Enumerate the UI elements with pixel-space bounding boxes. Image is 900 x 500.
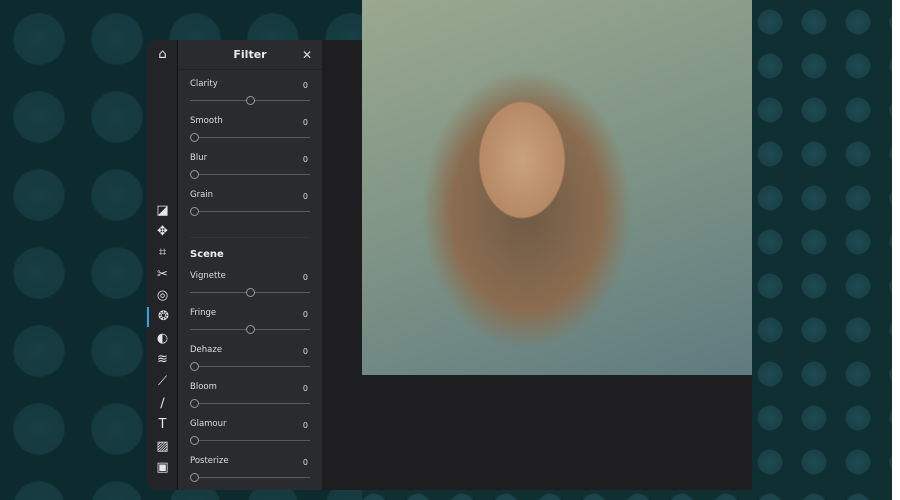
exposure-icon[interactable]: ◎ bbox=[147, 286, 178, 306]
slider-value: 0 bbox=[302, 347, 308, 356]
slider-value: 0 bbox=[302, 384, 308, 393]
slider-fringe[interactable]: Fringe 0 bbox=[190, 308, 310, 344]
slider-knob[interactable] bbox=[190, 473, 199, 482]
slider-label: Vignette bbox=[190, 271, 226, 281]
slider-value: 0 bbox=[302, 421, 308, 430]
slider-knob[interactable] bbox=[190, 133, 199, 142]
slider-knob[interactable] bbox=[245, 325, 255, 334]
slider-label: Glamour bbox=[190, 419, 227, 429]
slider-label: Clarity bbox=[190, 79, 218, 89]
slider-blur[interactable]: Blur 0 bbox=[190, 153, 310, 189]
photo-image[interactable] bbox=[362, 0, 752, 375]
brush-icon[interactable]: ∕ bbox=[147, 394, 178, 414]
slider-knob[interactable] bbox=[190, 170, 199, 179]
wave-icon[interactable]: ≋ bbox=[147, 350, 178, 370]
slider-value: 0 bbox=[302, 81, 308, 90]
divider bbox=[190, 237, 310, 238]
slider-label: Posterize bbox=[190, 456, 229, 466]
slider-track[interactable] bbox=[190, 440, 310, 441]
crop-icon[interactable]: ⌗ bbox=[147, 243, 178, 263]
close-icon[interactable]: ✕ bbox=[302, 40, 312, 70]
slider-track[interactable] bbox=[190, 477, 310, 478]
slider-label: Grain bbox=[190, 190, 214, 200]
cut-icon[interactable]: ✂ bbox=[147, 265, 178, 285]
adjust-icon[interactable]: ◪ bbox=[147, 201, 178, 221]
slider-label: Fringe bbox=[190, 308, 217, 318]
slider-track[interactable] bbox=[190, 174, 310, 175]
slider-value: 0 bbox=[302, 118, 308, 127]
slider-value: 0 bbox=[302, 155, 308, 164]
slider-value: 0 bbox=[302, 192, 308, 201]
toolbar: ⌂ ◪ ✥ ⌗ ✂ ◎ ❂ ◐ ≋ ⟋ ∕ T ▨ ▣ bbox=[147, 40, 178, 490]
move-icon[interactable]: ✥ bbox=[147, 222, 178, 242]
contrast-icon[interactable]: ◐ bbox=[147, 329, 178, 349]
filter-panel: Filter ✕ Clarity 0 Smooth 0 Blur 0 Grain… bbox=[178, 40, 322, 490]
slider-glamour[interactable]: Glamour 0 bbox=[190, 419, 310, 455]
slider-label: Bloom bbox=[190, 382, 217, 392]
slider-knob[interactable] bbox=[190, 399, 199, 408]
slider-dehaze[interactable]: Dehaze 0 bbox=[190, 345, 310, 381]
slider-label: Blur bbox=[190, 153, 208, 163]
panel-title: Filter bbox=[178, 40, 322, 70]
slider-track[interactable] bbox=[190, 366, 310, 367]
slider-value: 0 bbox=[302, 310, 308, 319]
slider-knob[interactable] bbox=[190, 362, 199, 371]
slider-track[interactable] bbox=[190, 211, 310, 212]
dropper-icon[interactable]: ⟋ bbox=[147, 372, 178, 392]
slider-knob[interactable] bbox=[190, 436, 199, 445]
slider-posterize[interactable]: Posterize 0 bbox=[190, 456, 310, 492]
slider-knob[interactable] bbox=[245, 96, 255, 105]
texture-icon[interactable]: ▨ bbox=[147, 437, 178, 457]
filter-icon[interactable]: ❂ bbox=[147, 307, 178, 327]
slider-bloom[interactable]: Bloom 0 bbox=[190, 382, 310, 418]
home-icon[interactable]: ⌂ bbox=[147, 45, 178, 65]
slider-knob[interactable] bbox=[245, 288, 255, 297]
slider-clarity[interactable]: Clarity 0 bbox=[190, 79, 310, 115]
slider-smooth[interactable]: Smooth 0 bbox=[190, 116, 310, 152]
slider-track[interactable] bbox=[190, 137, 310, 138]
slider-knob[interactable] bbox=[190, 207, 199, 216]
slider-label: Smooth bbox=[190, 116, 223, 126]
slider-track[interactable] bbox=[190, 403, 310, 404]
image-icon[interactable]: ▣ bbox=[147, 458, 178, 478]
text-icon[interactable]: T bbox=[147, 415, 178, 435]
scene-heading: Scene bbox=[190, 249, 224, 260]
slider-label: Dehaze bbox=[190, 345, 223, 355]
slider-value: 0 bbox=[302, 273, 308, 282]
slider-vignette[interactable]: Vignette 0 bbox=[190, 271, 310, 307]
slider-grain[interactable]: Grain 0 bbox=[190, 190, 310, 226]
slider-value: 0 bbox=[302, 458, 308, 467]
